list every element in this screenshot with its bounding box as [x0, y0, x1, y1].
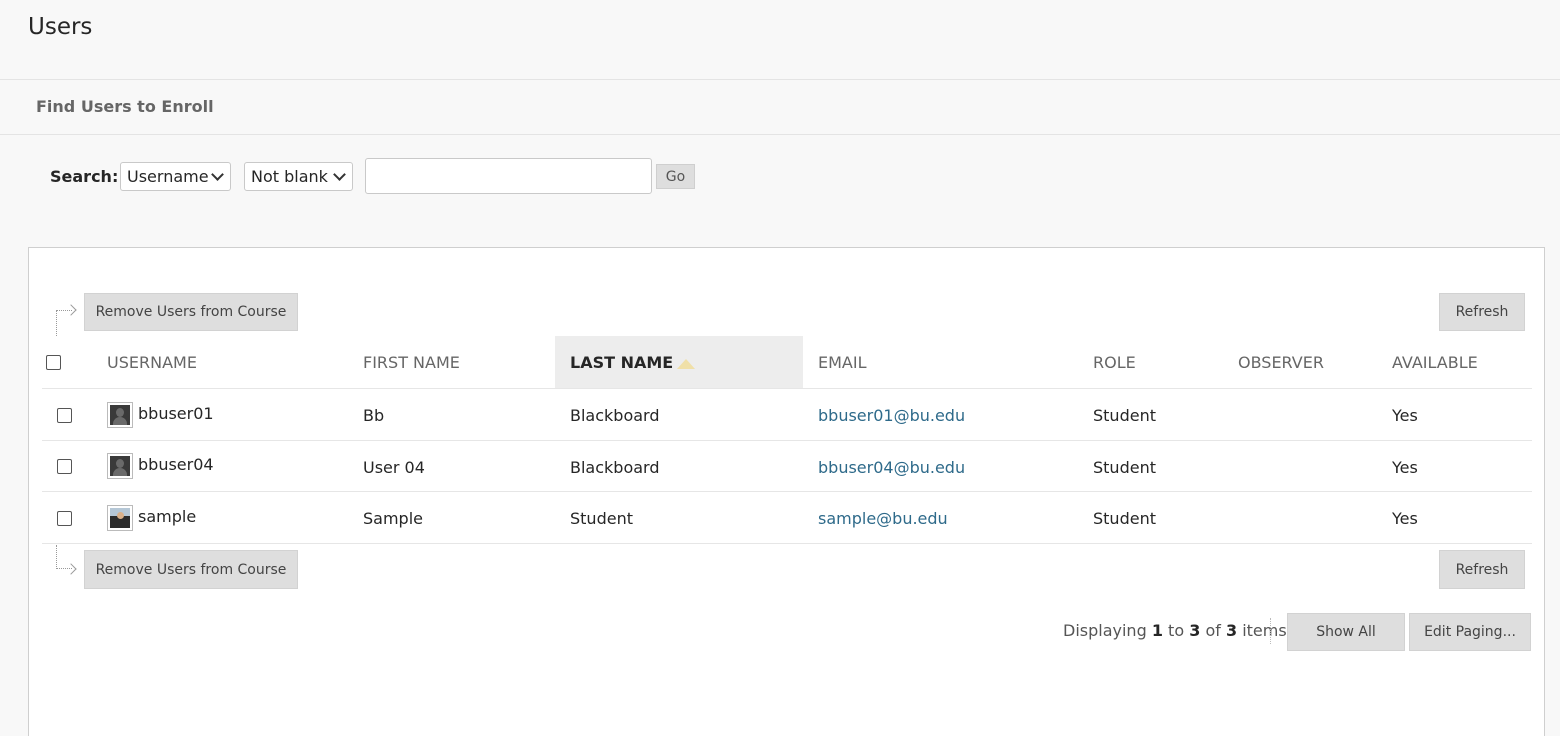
cell-role: Student [1093, 406, 1156, 425]
row-checkbox[interactable] [57, 459, 72, 474]
header-last-name[interactable]: LAST NAME [570, 353, 696, 372]
search-field-value: Username [127, 167, 209, 186]
header-username[interactable]: USERNAME [107, 353, 197, 372]
cell-first-name: Sample [363, 509, 423, 528]
cell-available: Yes [1392, 406, 1418, 425]
search-field-select[interactable]: Username [120, 162, 231, 191]
row-checkbox[interactable] [57, 511, 72, 526]
cell-first-name: Bb [363, 406, 385, 425]
search-label: Search: [50, 167, 119, 186]
cell-email-link[interactable]: bbuser04@bu.edu [818, 458, 965, 477]
default-silhouette-icon [107, 453, 133, 479]
go-button[interactable]: Go [656, 164, 695, 189]
refresh-button-bottom[interactable]: Refresh [1439, 550, 1525, 589]
divider [0, 79, 1560, 80]
page-title: Users [28, 14, 93, 40]
row-divider [42, 388, 1532, 389]
edit-paging-button[interactable]: Edit Paging... [1409, 613, 1531, 651]
cell-email-link[interactable]: bbuser01@bu.edu [818, 406, 965, 425]
divider [0, 134, 1560, 135]
cell-role: Student [1093, 458, 1156, 477]
row-divider [42, 440, 1532, 441]
cell-last-name: Blackboard [570, 406, 660, 425]
bulk-action-arrow-icon [56, 310, 72, 336]
header-email[interactable]: EMAIL [818, 353, 867, 372]
cell-email-link[interactable]: sample@bu.edu [818, 509, 948, 528]
header-first-name[interactable]: FIRST NAME [363, 353, 460, 372]
cell-role: Student [1093, 509, 1156, 528]
search-operator-value: Not blank [251, 167, 328, 186]
cell-last-name: Blackboard [570, 458, 660, 477]
cell-username[interactable]: bbuser04 [138, 455, 214, 474]
select-all-checkbox[interactable] [46, 355, 61, 370]
header-observer[interactable]: OBSERVER [1238, 353, 1324, 372]
sort-ascending-icon [677, 359, 696, 369]
photo-avatar-icon [107, 505, 133, 531]
row-divider [42, 543, 1532, 544]
chevron-down-icon [333, 167, 346, 181]
header-available[interactable]: AVAILABLE [1392, 353, 1478, 372]
divider [1270, 618, 1271, 644]
cell-available: Yes [1392, 509, 1418, 528]
remove-users-button-bottom[interactable]: Remove Users from Course [84, 550, 298, 589]
row-divider [42, 491, 1532, 492]
cell-available: Yes [1392, 458, 1418, 477]
search-input[interactable] [365, 158, 652, 194]
cell-last-name: Student [570, 509, 633, 528]
header-last-name-label: LAST NAME [570, 353, 674, 372]
row-checkbox[interactable] [57, 408, 72, 423]
default-silhouette-icon [107, 402, 133, 428]
users-list-panel: Remove Users from Course Refresh USERNAM… [28, 247, 1545, 736]
remove-users-button-top[interactable]: Remove Users from Course [84, 293, 298, 331]
paging-summary: Displaying 1 to 3 of 3 items [1063, 621, 1287, 640]
cell-username[interactable]: bbuser01 [138, 404, 214, 423]
cell-username[interactable]: sample [138, 507, 196, 526]
show-all-button[interactable]: Show All [1287, 613, 1405, 651]
bulk-action-arrow-icon [56, 545, 72, 569]
header-role[interactable]: ROLE [1093, 353, 1136, 372]
search-operator-select[interactable]: Not blank [244, 162, 353, 191]
chevron-down-icon [211, 167, 224, 181]
cell-first-name: User 04 [363, 458, 425, 477]
refresh-button-top[interactable]: Refresh [1439, 293, 1525, 331]
find-users-to-enroll-link[interactable]: Find Users to Enroll [36, 97, 214, 116]
